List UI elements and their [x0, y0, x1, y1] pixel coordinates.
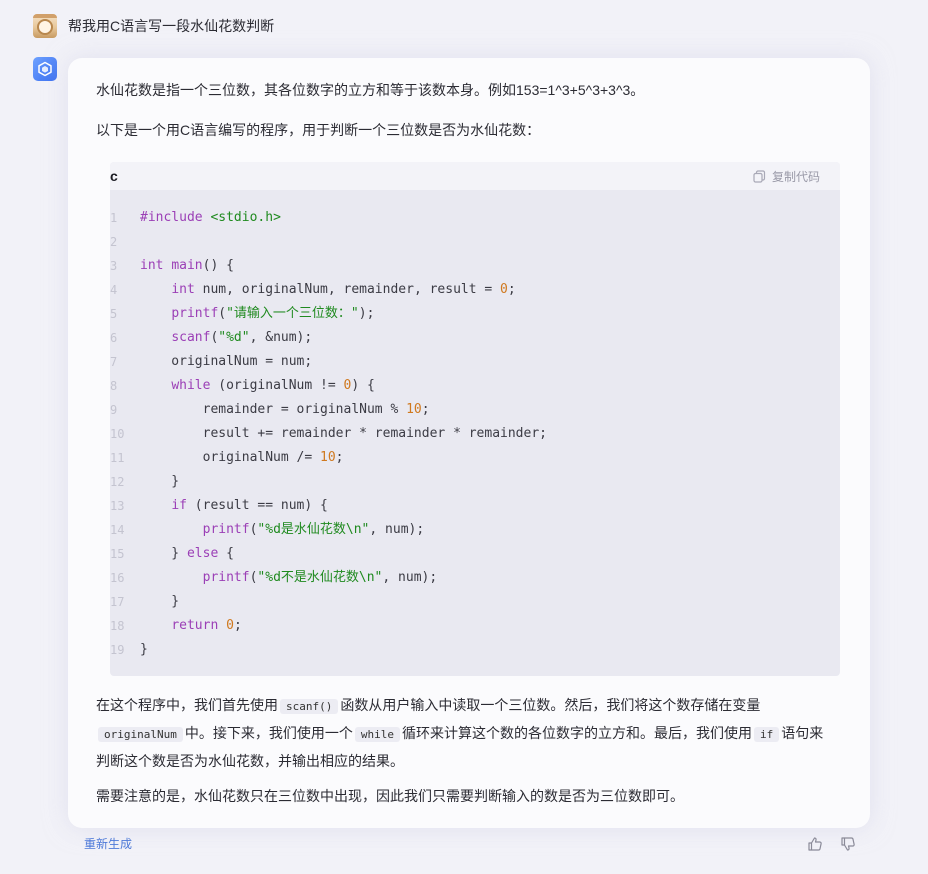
code-text: if (result == num) {	[171, 498, 328, 513]
thumb-up-icon[interactable]	[807, 836, 823, 852]
explanation-text: 中。接下来，我们使用一个	[184, 725, 353, 741]
code-line: 5 printf("请输入一个三位数：");	[110, 302, 840, 326]
code-text: scanf("%d", &num);	[171, 330, 313, 345]
inline-code: if	[753, 727, 780, 742]
code-text: printf("%d是水仙花数\n", num);	[202, 522, 425, 537]
code-line: 14 printf("%d是水仙花数\n", num);	[110, 518, 840, 542]
line-number: 6	[110, 331, 118, 345]
line-number: 8	[110, 379, 118, 393]
explanation-text: 在这个程序中，我们首先使用	[96, 697, 278, 713]
code-block-header: c 复制代码	[110, 162, 840, 190]
explanation-text: 循环来计算这个数的各位数字的立方和。最后，我们使用	[401, 725, 752, 741]
code-line: 12 }	[110, 470, 840, 494]
line-number: 9	[110, 403, 118, 417]
code-line: 9 remainder = originalNum % 10;	[110, 398, 840, 422]
line-number: 11	[110, 451, 125, 465]
line-number: 4	[110, 283, 118, 297]
inline-code: while	[354, 727, 400, 742]
thumb-down-icon[interactable]	[840, 836, 856, 852]
code-text: printf("%d不是水仙花数\n", num);	[202, 570, 438, 585]
line-number: 16	[110, 571, 125, 585]
code-text: }	[140, 474, 180, 489]
code-text: int main() {	[140, 258, 234, 273]
line-number: 1	[110, 211, 118, 225]
code-text: }	[140, 642, 148, 657]
code-text: #include <stdio.h>	[140, 210, 281, 225]
code-block: c 复制代码 1 #include <stdio.h> 2 3 int main() {…	[110, 162, 840, 676]
code-line: 15 } else {	[110, 542, 840, 566]
code-text: } else {	[140, 546, 234, 561]
code-text: result += remainder * remainder * remain…	[140, 426, 547, 441]
code-line: 19}	[110, 638, 840, 662]
copy-code-label: 复制代码	[771, 170, 820, 184]
bot-cube-icon	[37, 61, 53, 77]
inline-code: scanf()	[280, 699, 339, 714]
code-line: 18 return 0;	[110, 614, 840, 638]
code-line: 6 scanf("%d", &num);	[110, 326, 840, 350]
answer-lead: 以下是一个用C语言编写的程序，用于判断一个三位数是否为水仙花数：	[96, 122, 541, 138]
answer-intro: 水仙花数是指一个三位数，其各位数字的立方和等于该数本身。例如153=1^3+5^…	[96, 82, 645, 98]
code-line: 1 #include <stdio.h>	[110, 206, 840, 230]
code-line: 10 result += remainder * remainder * rem…	[110, 422, 840, 446]
explanation-text: 函数从用户输入中读取一个三位数。然后，我们将这个数存储在变量	[340, 697, 761, 713]
code-language-label: c	[110, 168, 118, 184]
code-text: printf("请输入一个三位数：");	[171, 306, 375, 321]
line-number: 13	[110, 499, 125, 513]
line-number: 10	[110, 427, 125, 441]
line-number: 14	[110, 523, 125, 537]
code-text: int num, originalNum, remainder, result …	[171, 282, 516, 297]
line-number: 5	[110, 307, 118, 321]
copy-icon	[753, 170, 766, 183]
code-body: 1 #include <stdio.h> 2 3 int main() { 4 int n…	[110, 206, 840, 662]
user-message-row: 帮我用C语言写一段水仙花数判断	[33, 12, 274, 40]
code-text: originalNum /= 10;	[140, 450, 344, 465]
code-line: 8 while (originalNum != 0) {	[110, 374, 840, 398]
line-number: 3	[110, 259, 118, 273]
code-line: 17 }	[110, 590, 840, 614]
bot-avatar	[33, 57, 57, 81]
code-line: 16 printf("%d不是水仙花数\n", num);	[110, 566, 840, 590]
copy-code-button[interactable]: 复制代码	[753, 168, 820, 185]
line-number: 15	[110, 547, 125, 561]
code-line: 13 if (result == num) {	[110, 494, 840, 518]
code-text: originalNum = num;	[140, 354, 313, 369]
regenerate-button[interactable]: 重新生成	[84, 835, 132, 852]
line-number: 12	[110, 475, 125, 489]
code-text: while (originalNum != 0) {	[171, 378, 375, 393]
answer-note: 需要注意的是，水仙花数只在三位数中出现，因此我们只需要判断输入的数是否为三位数即…	[96, 788, 684, 804]
line-number: 7	[110, 355, 118, 369]
code-line: 7 originalNum = num;	[110, 350, 840, 374]
code-line: 3 int main() {	[110, 254, 840, 278]
user-message-text: 帮我用C语言写一段水仙花数判断	[68, 18, 275, 34]
code-line: 11 originalNum /= 10;	[110, 446, 840, 470]
code-text: remainder = originalNum % 10;	[140, 402, 430, 417]
line-number: 19	[110, 643, 125, 657]
answer-explanation: 在这个程序中，我们首先使用 scanf() 函数从用户输入中读取一个三位数。然后，我…	[96, 692, 836, 774]
code-line: 2	[110, 230, 840, 254]
line-number: 18	[110, 619, 125, 633]
line-number: 2	[110, 235, 118, 249]
code-line: 4 int num, originalNum, remainder, resul…	[110, 278, 840, 302]
code-text: }	[140, 594, 180, 609]
code-text: return 0;	[171, 618, 242, 633]
line-number: 17	[110, 595, 125, 609]
inline-code: originalNum	[98, 727, 183, 742]
user-avatar	[33, 14, 57, 38]
